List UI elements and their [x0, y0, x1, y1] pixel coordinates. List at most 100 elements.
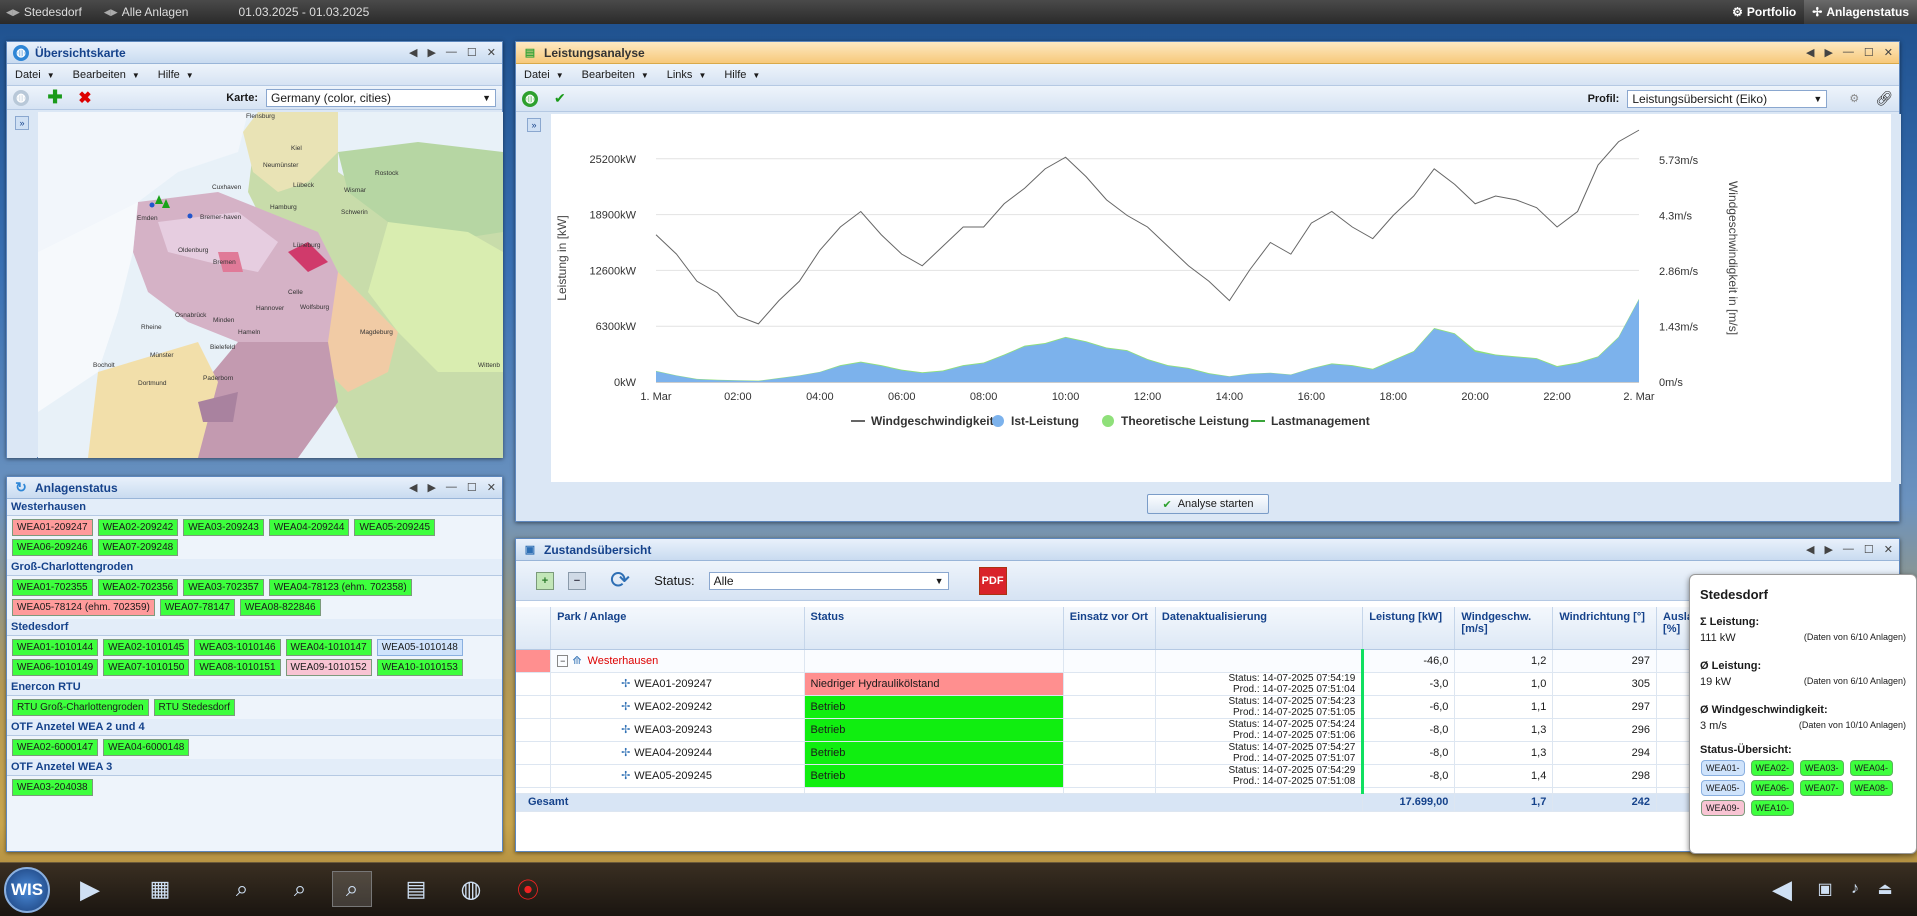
close-icon[interactable]: ✕	[487, 46, 496, 59]
next-icon[interactable]: ▶	[427, 46, 435, 59]
window-icon[interactable]: ▣	[1810, 871, 1840, 907]
group-header[interactable]: Groß-Charlottengroden	[7, 559, 502, 576]
popup-turbine-chip[interactable]: WEA03-	[1800, 760, 1844, 776]
turbine-chip[interactable]: WEA03-702357	[183, 579, 264, 596]
menu-hilfe[interactable]: Hilfe ▼	[158, 69, 194, 81]
group-header[interactable]: OTF Anzetel WEA 3	[7, 759, 502, 776]
menu-datei[interactable]: Datei ▼	[15, 69, 55, 81]
turbine-chip[interactable]: WEA04-6000148	[103, 739, 190, 756]
breadcrumb-scope[interactable]: Alle Anlagen	[122, 5, 189, 19]
column-header[interactable]: Datenaktualisierung	[1155, 607, 1364, 650]
collapse-all-icon[interactable]: −	[568, 571, 586, 590]
link-icon[interactable]: 🔗︎	[1875, 90, 1893, 107]
menu-bearbeiten[interactable]: Bearbeiten ▼	[582, 69, 649, 81]
maximize-icon[interactable]: ☐	[467, 481, 477, 494]
menu-hilfe[interactable]: Hilfe ▼	[724, 69, 760, 81]
zustand-window-titlebar[interactable]: ▣ Zustandsübersicht ◀ ▶ — ☐ ✕	[516, 539, 1899, 561]
turbine-chip[interactable]: WEA02-1010145	[103, 639, 190, 656]
menu-bearbeiten[interactable]: Bearbeiten ▼	[73, 69, 140, 81]
settings-icon[interactable]: ⚙	[1849, 92, 1859, 105]
turbine-chip[interactable]: WEA05-209245	[354, 519, 436, 536]
close-icon[interactable]: ✕	[487, 481, 496, 494]
analysis-icon[interactable]: ⌕	[332, 871, 372, 907]
column-header[interactable]: Leistung [kW]	[1362, 607, 1456, 650]
turbine-chip[interactable]: WEA07-78147	[159, 599, 235, 616]
turbine-chip[interactable]: WEA03-209243	[183, 519, 264, 536]
turbine-chip[interactable]: WEA06-209246	[12, 539, 93, 556]
legend-item[interactable]: Theoretische Leistung	[1121, 414, 1249, 428]
portfolio-button[interactable]: ⚙ Portfolio	[1724, 0, 1804, 24]
turbine-chip[interactable]: WEA03-204038	[12, 779, 93, 796]
minimize-icon[interactable]: —	[446, 481, 457, 494]
park-name-cell[interactable]: − ⟰ Westerhausen	[550, 649, 805, 673]
turbine-chip[interactable]: WEA05-78124 (ehm. 702359)	[12, 599, 155, 616]
popup-turbine-chip[interactable]: WEA07-	[1800, 780, 1844, 796]
group-header[interactable]: Stedesdorf	[7, 619, 502, 636]
popup-turbine-chip[interactable]: WEA02-	[1750, 760, 1795, 776]
turbine-chip[interactable]: WEA03-1010146	[194, 639, 281, 656]
pdf-export-button[interactable]: PDF	[978, 566, 1007, 595]
close-icon[interactable]: ✕	[1884, 46, 1893, 59]
group-header[interactable]: OTF Anzetel WEA 2 und 4	[7, 719, 502, 736]
calculator-icon[interactable]: ▤	[396, 871, 436, 907]
next-icon[interactable]: ▶	[1824, 543, 1832, 556]
status-filter-select[interactable]: Alle ▼	[708, 571, 949, 590]
turbine-chip[interactable]: WEA09-1010152	[285, 659, 372, 676]
search-monitor-icon[interactable]: ⌕	[280, 871, 320, 907]
popup-turbine-chip[interactable]: WEA06-	[1750, 780, 1795, 796]
back-icon[interactable]: ◀	[1762, 871, 1802, 907]
popup-turbine-chip[interactable]: WEA05-	[1701, 780, 1745, 796]
column-header[interactable]: Windgeschw. [m/s]	[1454, 607, 1554, 650]
analyse-starten-button[interactable]: ✔ Analyse starten	[1147, 494, 1269, 514]
turbine-name-cell[interactable]: ✢ WEA05-209245	[550, 764, 805, 788]
turbine-chip[interactable]: WEA05-1010148	[376, 639, 463, 656]
power-chart[interactable]: 0kW 6300kW 12600kW 18900kW 25200kW 0m/s 1.43m/…	[551, 114, 1891, 482]
refresh-icon[interactable]: ↻	[13, 479, 29, 496]
turbine-chip[interactable]: WEA02-702356	[97, 579, 179, 596]
back-arrow-icon[interactable]: ◀▶	[6, 7, 20, 18]
turbine-chip[interactable]: WEA07-1010150	[103, 659, 190, 676]
turbine-chip[interactable]: WEA01-209247	[12, 519, 93, 536]
turbine-chip[interactable]: WEA02-209242	[97, 519, 179, 536]
status-window-titlebar[interactable]: ↻ Anlagenstatus ◀ ▶ — ☐ ✕	[7, 477, 502, 499]
turbine-chip[interactable]: WEA01-1010144	[12, 639, 99, 656]
turbine-chip[interactable]: WEA01-702355	[12, 579, 93, 596]
column-header[interactable]: Status	[804, 607, 1064, 650]
popup-turbine-chip[interactable]: WEA10-	[1750, 800, 1795, 816]
menu-datei[interactable]: Datei ▼	[524, 69, 564, 81]
turbine-chip[interactable]: WEA10-1010153	[376, 659, 463, 676]
turbine-chip[interactable]: WEA06-1010149	[12, 659, 99, 676]
date-range[interactable]: 01.03.2025 - 01.03.2025	[238, 5, 369, 19]
profil-select[interactable]: Leistungsübersicht (Eiko) ▼	[1627, 89, 1828, 108]
legend-item[interactable]: Windgeschwindigkeit	[871, 414, 994, 428]
turbine-name-cell[interactable]: ✢ WEA01-209247	[550, 672, 805, 696]
legend-item[interactable]: Ist-Leistung	[1011, 414, 1079, 428]
group-header[interactable]: Enercon RTU	[7, 679, 502, 696]
column-header[interactable]: Park / Anlage	[550, 607, 805, 650]
minimize-icon[interactable]: —	[1843, 46, 1854, 59]
delete-icon[interactable]: ✖	[77, 90, 93, 107]
prev-icon[interactable]: ◀	[1806, 46, 1814, 59]
analysis-window-titlebar[interactable]: ▤ Leistungsanalyse ◀ ▶ — ☐ ✕	[516, 42, 1899, 64]
prev-icon[interactable]: ◀	[1806, 543, 1814, 556]
next-icon[interactable]: ▶	[427, 481, 435, 494]
exit-icon[interactable]: ⏏	[1870, 871, 1900, 907]
karte-select[interactable]: Germany (color, cities) ▼	[266, 88, 496, 107]
popup-turbine-chip[interactable]: WEA08-	[1849, 780, 1894, 796]
turbine-chip[interactable]: WEA04-78123 (ehm. 702358)	[268, 579, 412, 596]
turbine-chip[interactable]: WEA04-209244	[268, 519, 350, 536]
globe-icon[interactable]: ◍	[451, 871, 491, 907]
globe-refresh-icon[interactable]: ◍	[13, 89, 29, 106]
turbine-name-cell[interactable]: ✢ WEA02-209242	[550, 695, 805, 719]
expand-icon[interactable]: »	[15, 116, 29, 130]
map-canvas[interactable]: Flensburg Kiel Neumünster Rostock Lübeck…	[38, 112, 503, 458]
turbine-chip[interactable]: WEA07-209248	[97, 539, 179, 556]
turbine-chip[interactable]: RTU Stedesdorf	[153, 699, 236, 716]
popup-turbine-chip[interactable]: WEA01-	[1701, 760, 1745, 776]
breadcrumb-location[interactable]: Stedesdorf	[24, 5, 82, 19]
antenna-icon[interactable]: ⦿	[508, 871, 548, 907]
expand-icon[interactable]: »	[527, 118, 541, 132]
maximize-icon[interactable]: ☐	[1864, 46, 1874, 59]
bell-icon[interactable]: ♪	[1840, 871, 1870, 907]
turbine-chip[interactable]: WEA08-1010151	[194, 659, 281, 676]
